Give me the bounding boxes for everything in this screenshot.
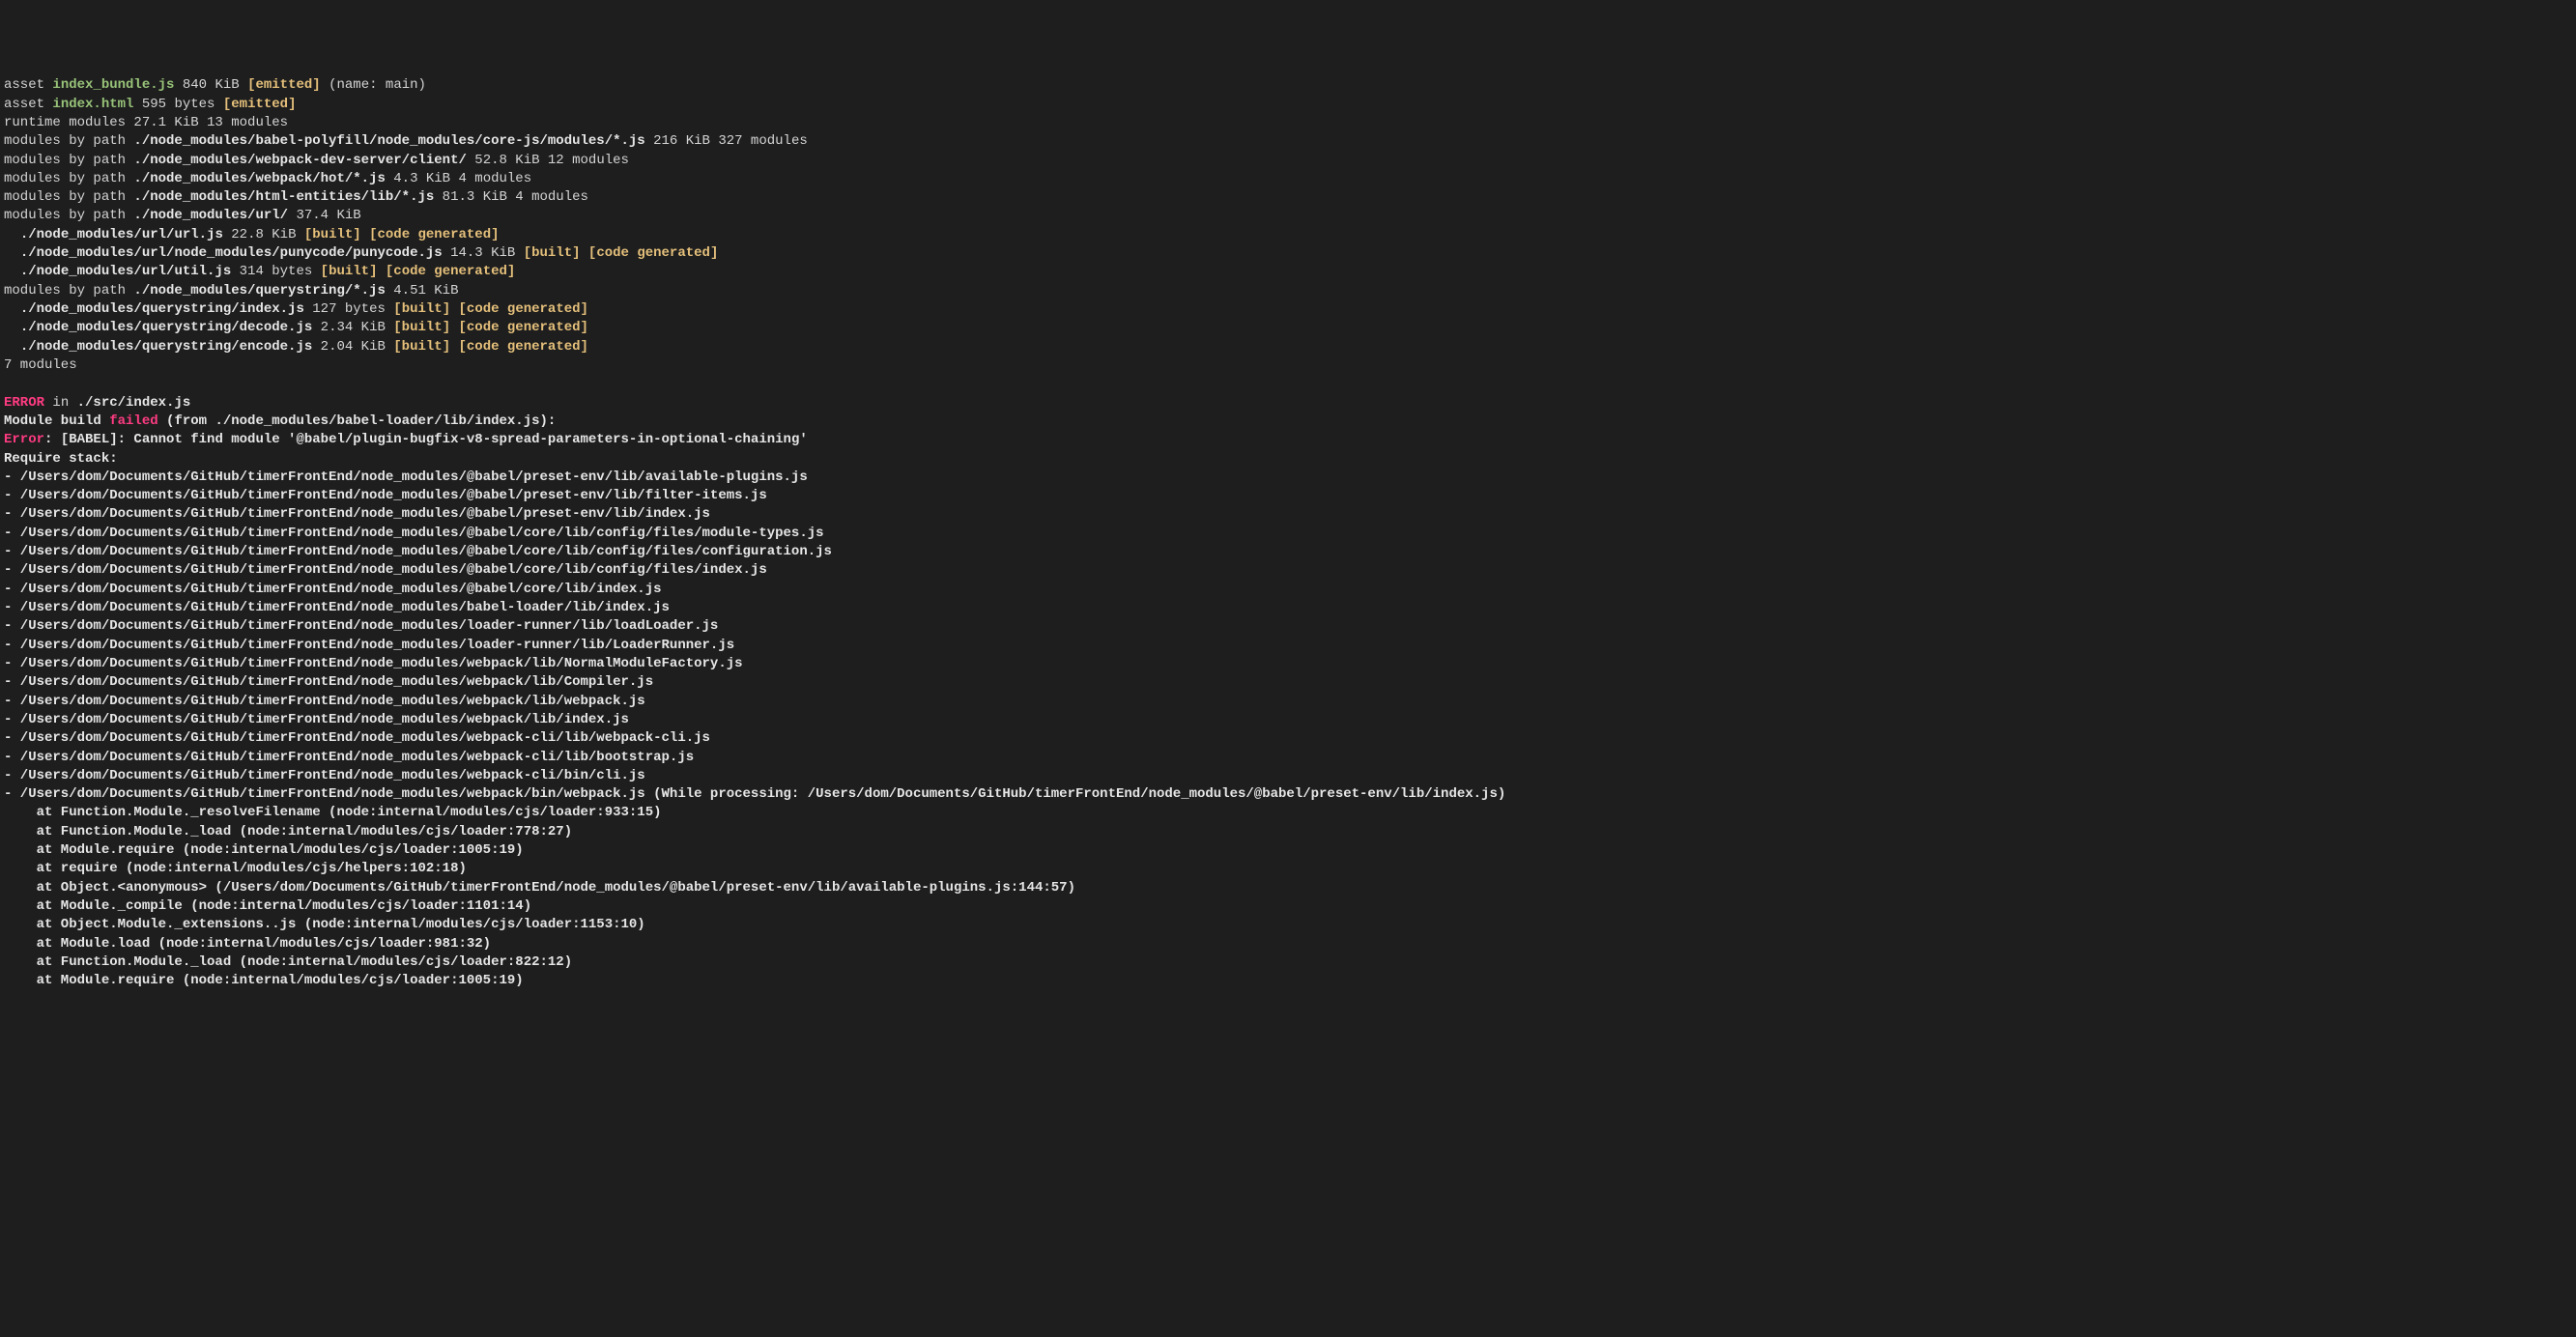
at-line: at Function.Module._load (node:internal/… bbox=[4, 954, 572, 970]
at-line: at require (node:internal/modules/cjs/he… bbox=[4, 861, 467, 876]
stack-line: - /Users/dom/Documents/GitHub/timerFront… bbox=[4, 544, 832, 559]
stack-line: - /Users/dom/Documents/GitHub/timerFront… bbox=[4, 582, 662, 597]
asset-line: asset index.html 595 bytes [emitted] bbox=[4, 97, 296, 112]
stack-line: - /Users/dom/Documents/GitHub/timerFront… bbox=[4, 562, 767, 578]
stack-line: - /Users/dom/Documents/GitHub/timerFront… bbox=[4, 488, 767, 503]
stack-line: - /Users/dom/Documents/GitHub/timerFront… bbox=[4, 656, 743, 671]
stack-line: - /Users/dom/Documents/GitHub/timerFront… bbox=[4, 786, 1505, 802]
at-line: at Module.require (node:internal/modules… bbox=[4, 973, 524, 988]
stack-line: - /Users/dom/Documents/GitHub/timerFront… bbox=[4, 674, 653, 690]
at-line: at Module._compile (node:internal/module… bbox=[4, 898, 531, 914]
module-group: modules by path ./node_modules/html-enti… bbox=[4, 189, 588, 205]
stack-line: - /Users/dom/Documents/GitHub/timerFront… bbox=[4, 712, 629, 727]
at-line: at Module.require (node:internal/modules… bbox=[4, 842, 524, 858]
module-group: modules by path ./node_modules/webpack/h… bbox=[4, 171, 531, 186]
babel-error-line: Error: [BABEL]: Cannot find module '@bab… bbox=[4, 432, 808, 447]
at-line: at Module.load (node:internal/modules/cj… bbox=[4, 936, 491, 952]
module-group: modules by path ./node_modules/querystri… bbox=[4, 283, 459, 299]
at-line: at Function.Module._load (node:internal/… bbox=[4, 824, 572, 839]
module-item: ./node_modules/url/util.js 314 bytes [bu… bbox=[4, 264, 515, 279]
runtime-line: runtime modules 27.1 KiB 13 modules bbox=[4, 115, 288, 130]
asset-line: asset index_bundle.js 840 KiB [emitted] … bbox=[4, 77, 426, 93]
require-stack: Require stack: bbox=[4, 451, 118, 467]
error-line: ERROR in ./src/index.js bbox=[4, 395, 190, 411]
stack-line: - /Users/dom/Documents/GitHub/timerFront… bbox=[4, 506, 710, 522]
module-group: modules by path ./node_modules/webpack-d… bbox=[4, 153, 629, 168]
terminal-output[interactable]: asset index_bundle.js 840 KiB [emitted] … bbox=[0, 74, 2576, 992]
stack-line: - /Users/dom/Documents/GitHub/timerFront… bbox=[4, 526, 824, 541]
stack-line: - /Users/dom/Documents/GitHub/timerFront… bbox=[4, 618, 718, 634]
module-item: ./node_modules/querystring/encode.js 2.0… bbox=[4, 339, 588, 355]
at-line: at Function.Module._resolveFilename (nod… bbox=[4, 805, 662, 820]
module-group: modules by path ./node_modules/url/ 37.4… bbox=[4, 208, 361, 223]
stack-line: - /Users/dom/Documents/GitHub/timerFront… bbox=[4, 730, 710, 746]
stack-line: - /Users/dom/Documents/GitHub/timerFront… bbox=[4, 750, 694, 765]
at-line: at Object.<anonymous> (/Users/dom/Docume… bbox=[4, 880, 1075, 896]
stack-line: - /Users/dom/Documents/GitHub/timerFront… bbox=[4, 694, 645, 709]
module-item: ./node_modules/querystring/decode.js 2.3… bbox=[4, 320, 588, 335]
seven-modules: 7 modules bbox=[4, 357, 77, 373]
stack-line: - /Users/dom/Documents/GitHub/timerFront… bbox=[4, 469, 808, 485]
module-item: ./node_modules/url/node_modules/punycode… bbox=[4, 245, 718, 261]
fail-line: Module build failed (from ./node_modules… bbox=[4, 413, 556, 429]
module-group: modules by path ./node_modules/babel-pol… bbox=[4, 133, 808, 149]
module-item: ./node_modules/url/url.js 22.8 KiB [buil… bbox=[4, 227, 500, 242]
stack-line: - /Users/dom/Documents/GitHub/timerFront… bbox=[4, 638, 734, 653]
module-item: ./node_modules/querystring/index.js 127 … bbox=[4, 301, 588, 317]
at-line: at Object.Module._extensions..js (node:i… bbox=[4, 917, 645, 932]
stack-line: - /Users/dom/Documents/GitHub/timerFront… bbox=[4, 768, 645, 783]
stack-line: - /Users/dom/Documents/GitHub/timerFront… bbox=[4, 600, 670, 615]
